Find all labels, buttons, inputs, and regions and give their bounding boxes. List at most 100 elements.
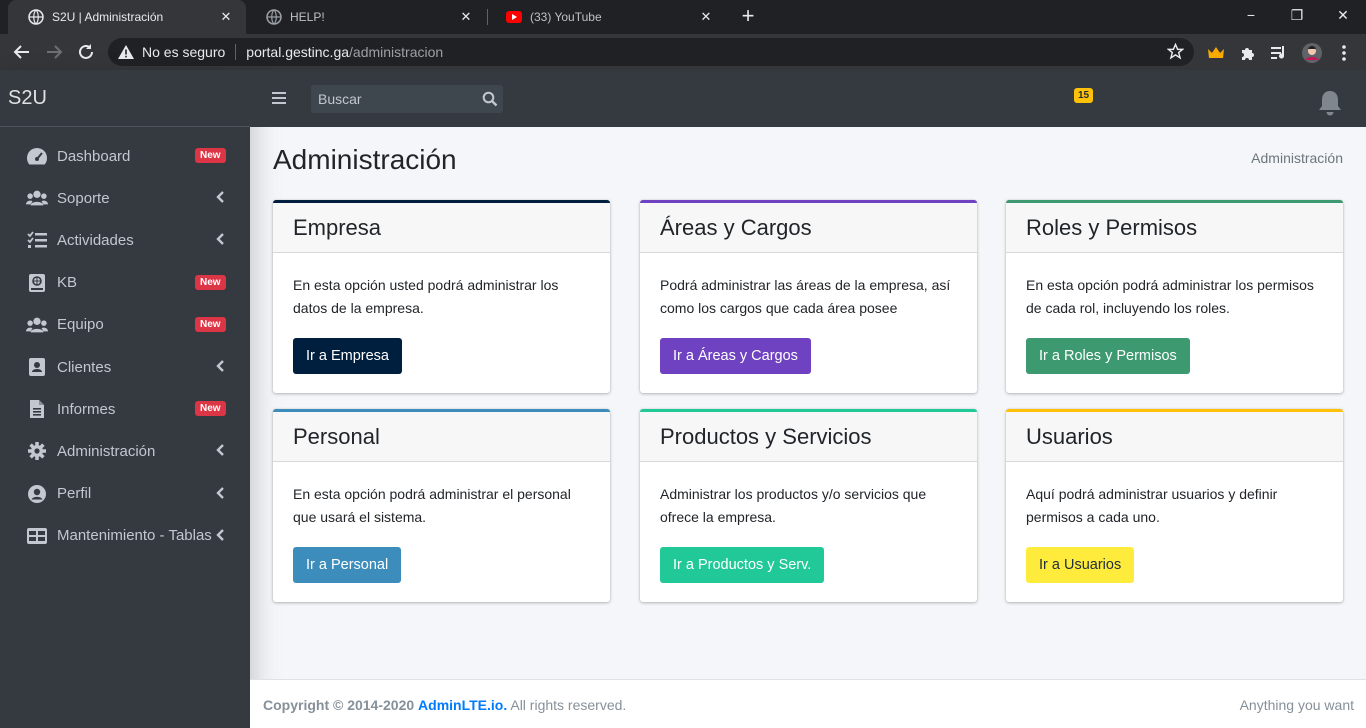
sidebar-item-label: Informes	[57, 400, 116, 418]
close-tab-icon[interactable]: ✕	[698, 9, 714, 25]
sidebar-item-administracion[interactable]: Administración	[0, 430, 250, 472]
adminlte-link[interactable]: AdminLTE.io.	[418, 697, 507, 713]
tasks-icon	[26, 230, 48, 250]
globe-icon	[28, 9, 44, 25]
chevron-left-icon	[216, 233, 224, 246]
card-title: Usuarios	[1006, 412, 1343, 462]
new-badge: New	[195, 316, 226, 332]
media-control-icon[interactable]	[1270, 43, 1290, 63]
chevron-left-icon	[216, 191, 224, 204]
go-productos-button[interactable]: Ir a Productos y Serv.	[660, 547, 825, 583]
browser-tab-s2u[interactable]: S2U | Administración ✕	[8, 0, 246, 34]
card-title: Personal	[273, 412, 610, 462]
close-tab-icon[interactable]: ✕	[458, 9, 474, 25]
card-text: En esta opción podrá administrar los per…	[1026, 277, 1314, 316]
footer-right-text: Anything you want	[1239, 697, 1354, 713]
puzzle-extension-icon[interactable]	[1238, 43, 1258, 63]
back-icon[interactable]	[10, 40, 34, 64]
menu-toggle-icon[interactable]	[272, 89, 288, 107]
warning-icon[interactable]	[118, 45, 136, 59]
close-tab-icon[interactable]: ✕	[218, 9, 234, 25]
sidebar-item-soporte[interactable]: Soporte	[0, 177, 250, 219]
restore-button[interactable]: ❐	[1274, 0, 1320, 30]
go-empresa-button[interactable]: Ir a Empresa	[293, 338, 402, 374]
card-text: Administrar los productos y/o servicios …	[660, 486, 927, 525]
page-title: Administración	[273, 144, 457, 175]
address-bar[interactable]: No es seguro portal.gestinc.ga/administr…	[108, 38, 1194, 66]
card-title: Áreas y Cargos	[640, 203, 977, 253]
youtube-icon	[506, 9, 522, 25]
search-box	[311, 85, 503, 113]
address-book-icon	[26, 357, 48, 377]
card-title: Empresa	[273, 203, 610, 253]
sidebar-item-label: KB	[57, 274, 78, 292]
dashboard-icon	[26, 146, 48, 166]
search-input[interactable]	[311, 85, 476, 113]
sidebar-item-equipo[interactable]: Equipo New	[0, 304, 250, 346]
browser-tab-help[interactable]: HELP! ✕	[246, 0, 486, 34]
go-usuarios-button[interactable]: Ir a Usuarios	[1026, 547, 1135, 583]
window-close-button[interactable]: ✕	[1320, 0, 1366, 30]
main-content: Administración Administración Empresa En…	[250, 127, 1366, 679]
file-icon	[26, 399, 48, 419]
chevron-left-icon	[216, 486, 224, 499]
copyright-prefix: Copyright © 2014-2020	[263, 697, 415, 713]
chevron-left-icon	[216, 444, 224, 457]
sidebar-item-mantenimiento[interactable]: Mantenimiento - Tablas	[0, 515, 250, 557]
users-icon	[26, 188, 48, 208]
sidebar-item-label: Soporte	[57, 189, 110, 207]
globe-icon	[266, 9, 282, 25]
card-roles-permisos: Roles y Permisos En esta opción podrá ad…	[1006, 200, 1343, 393]
sidebar-item-dashboard[interactable]: Dashboard New	[0, 135, 250, 177]
table-icon	[26, 526, 48, 546]
card-areas-cargos: Áreas y Cargos Podrá administrar las áre…	[640, 200, 977, 393]
tab-title: (33) YouTube	[530, 10, 602, 24]
profile-avatar[interactable]	[1302, 43, 1322, 63]
copyright: Copyright © 2014-2020 AdminLTE.io. All r…	[263, 697, 626, 713]
sidebar-item-label: Perfil	[57, 485, 92, 503]
bell-icon[interactable]	[1316, 88, 1344, 118]
tab-title: S2U | Administración	[52, 10, 164, 24]
card-text: Aquí podrá administrar usuarios y defini…	[1026, 486, 1278, 525]
card-title: Roles y Permisos	[1006, 203, 1343, 253]
go-roles-permisos-button[interactable]: Ir a Roles y Permisos	[1026, 338, 1190, 374]
new-tab-button[interactable]: +	[736, 5, 760, 29]
sidebar-item-kb[interactable]: KB New	[0, 262, 250, 304]
card-text: En esta opción usted podrá administrar l…	[293, 277, 559, 316]
sidebar-item-label: Dashboard	[57, 147, 131, 165]
browser-tab-youtube[interactable]: (33) YouTube ✕	[486, 0, 726, 34]
go-personal-button[interactable]: Ir a Personal	[293, 547, 402, 583]
search-icon[interactable]	[482, 91, 498, 107]
forward-icon[interactable]	[42, 40, 66, 64]
crown-extension-icon[interactable]	[1206, 43, 1226, 63]
new-badge: New	[195, 148, 226, 163]
top-navbar	[250, 70, 1366, 127]
gear-icon	[26, 441, 48, 461]
chevron-left-icon	[216, 528, 224, 541]
brand-logo[interactable]: S2U	[0, 70, 250, 127]
card-productos-servicios: Productos y Servicios Administrar los pr…	[640, 409, 977, 602]
sidebar: S2U Dashboard New Soporte Actividades KB…	[0, 70, 250, 728]
sidebar-item-label: Administración	[57, 442, 156, 460]
notifications-badge: 15	[1074, 88, 1094, 103]
reload-icon[interactable]	[74, 40, 98, 64]
security-label[interactable]: No es seguro	[142, 44, 225, 60]
sidebar-item-informes[interactable]: Informes New	[0, 388, 250, 430]
breadcrumb[interactable]: Administración	[1251, 150, 1343, 166]
sidebar-item-clientes[interactable]: Clientes	[0, 346, 250, 388]
card-empresa: Empresa En esta opción usted podrá admin…	[273, 200, 610, 393]
minimize-button[interactable]: −	[1228, 0, 1274, 30]
sidebar-item-label: Actividades	[57, 231, 134, 249]
footer: Copyright © 2014-2020 AdminLTE.io. All r…	[250, 679, 1366, 728]
copyright-suffix: All rights reserved.	[510, 697, 627, 713]
bookmark-star-icon[interactable]	[1166, 42, 1185, 63]
sidebar-item-perfil[interactable]: Perfil	[0, 473, 250, 515]
chevron-left-icon	[216, 360, 224, 372]
sidebar-item-label: Clientes	[57, 358, 112, 376]
browser-menu-icon[interactable]	[1334, 43, 1354, 63]
sidebar-nav: Dashboard New Soporte Actividades KB New	[0, 127, 250, 557]
url-path: /administracion	[349, 44, 444, 60]
go-areas-cargos-button[interactable]: Ir a Áreas y Cargos	[660, 338, 811, 374]
sidebar-item-actividades[interactable]: Actividades	[0, 219, 250, 261]
sidebar-item-label: Equipo	[57, 316, 104, 334]
